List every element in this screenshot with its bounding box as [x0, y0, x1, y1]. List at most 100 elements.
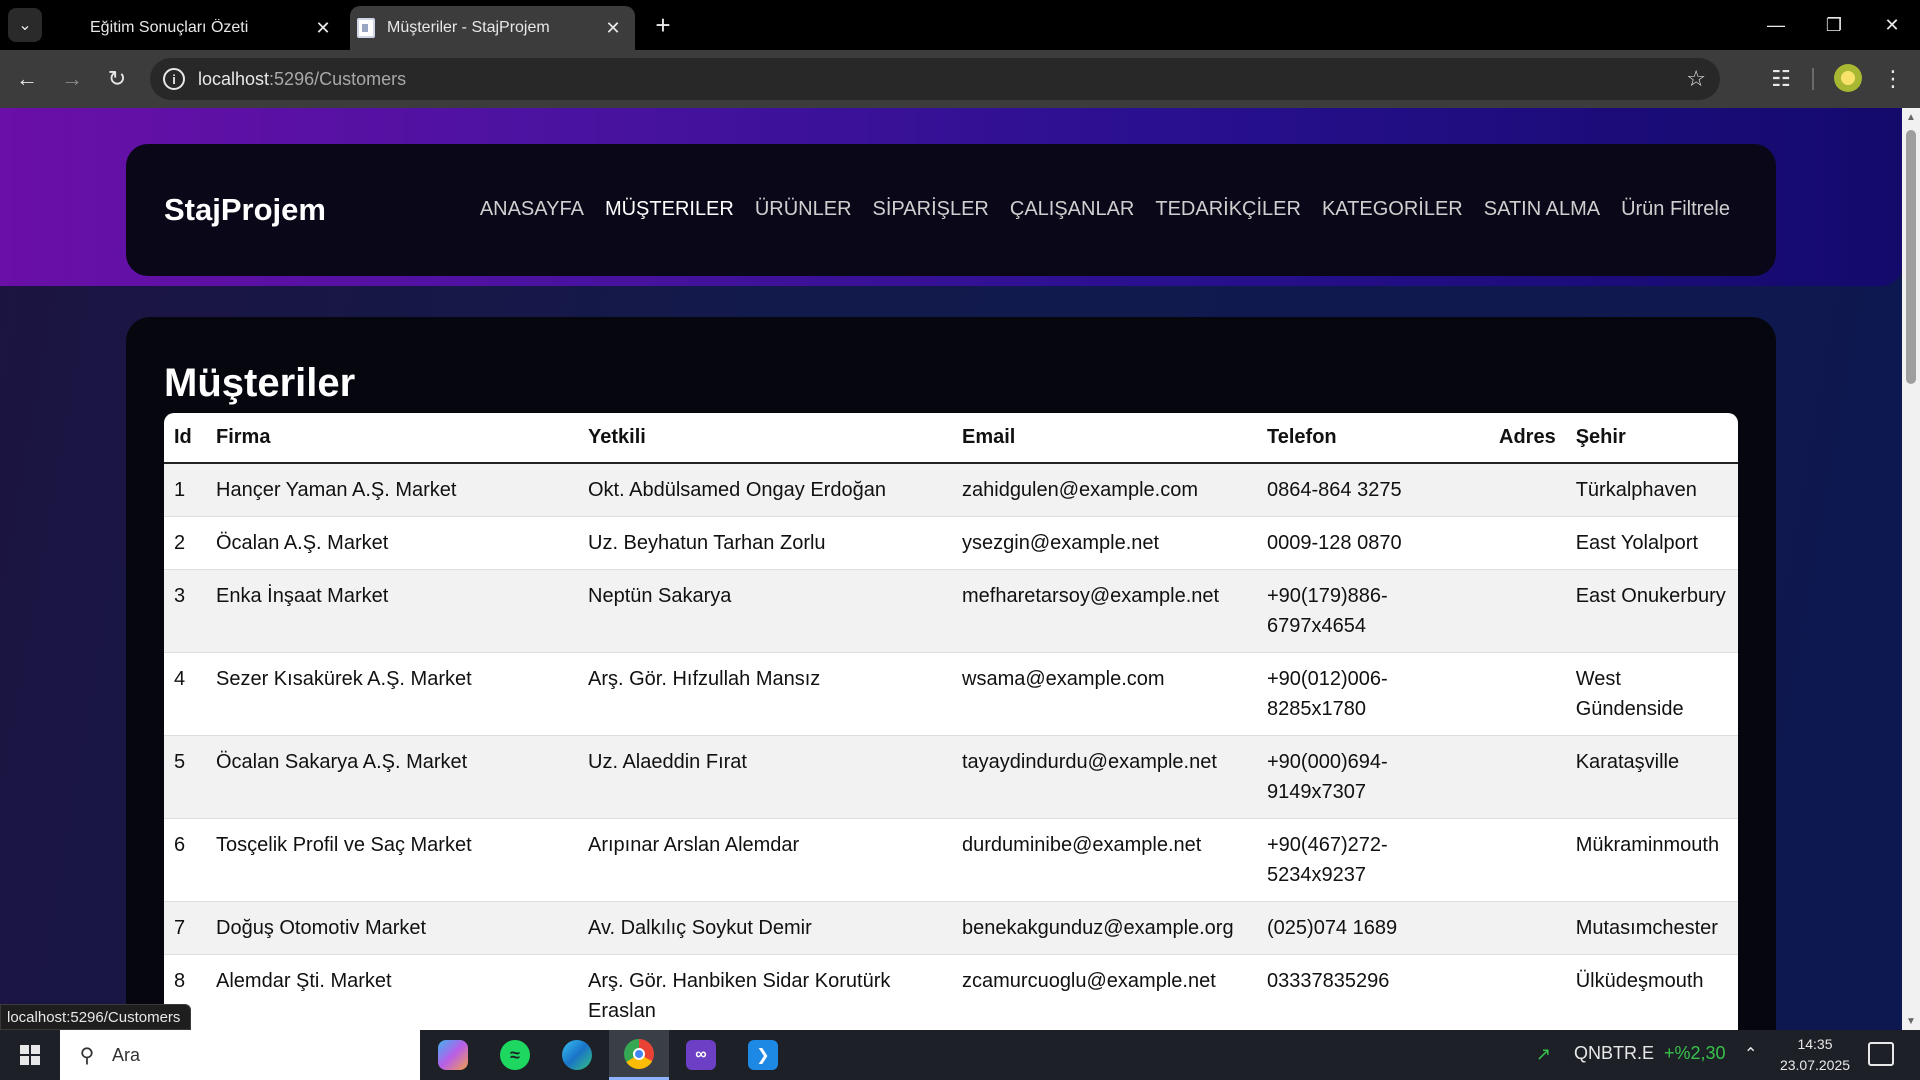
column-header-sehir: Şehir [1565, 413, 1738, 464]
star-icon[interactable]: ☆ [1686, 66, 1706, 92]
system-clock[interactable]: 14:35 23.07.2025 [1775, 1034, 1855, 1076]
search-icon: ⚲ [79, 1044, 95, 1067]
scroll-thumb[interactable] [1906, 130, 1916, 384]
table-row: 1 Hançer Yaman A.Ş. Market Okt. Abdülsam… [164, 462, 1738, 517]
taskbar-app-visual-studio[interactable]: ∞ [671, 1030, 731, 1080]
cell-telefon: +90(467)272-5234x9237 [1257, 818, 1489, 902]
taskbar: ⚲ Ara ≈ ∞ ❯ ↗ QNBTR.E +%2,30 ⌃ 14:35 23.… [0, 1030, 1920, 1080]
column-header-firma: Firma [206, 413, 578, 464]
nav-kategoriler[interactable]: KATEGORİLER [1322, 198, 1463, 221]
toolbar-divider [1812, 68, 1814, 90]
profile-avatar[interactable] [1834, 64, 1862, 92]
cell-id: 2 [164, 516, 206, 570]
cell-id: 6 [164, 818, 206, 902]
site-brand[interactable]: StajProjem [164, 192, 326, 228]
scroll-down-icon[interactable]: ▼ [1902, 1012, 1920, 1030]
reload-icon: ↻ [107, 66, 127, 91]
taskbar-app-copilot[interactable] [423, 1030, 483, 1080]
nav-tedarikciler[interactable]: TEDARİKÇİLER [1155, 198, 1301, 221]
cell-yetkili: Uz. Alaeddin Fırat [578, 735, 952, 819]
cell-firma: Alemdar Şti. Market [206, 954, 578, 1030]
column-header-email: Email [952, 413, 1257, 464]
close-icon[interactable]: ✕ [599, 14, 627, 42]
cell-sehir: Mutasımchester [1565, 901, 1738, 955]
nav-calisanlar[interactable]: ÇALIŞANLAR [1010, 198, 1135, 221]
taskbar-app-vscode[interactable]: ❯ [733, 1030, 793, 1080]
clock-date: 23.07.2025 [1779, 1057, 1851, 1073]
chevron-up-icon[interactable]: ⌃ [1744, 1044, 1757, 1064]
cell-adres [1489, 516, 1566, 570]
cell-telefon: (025)074 1689 [1257, 901, 1489, 955]
stock-name: QNBTR.E [1574, 1043, 1655, 1063]
forward-button[interactable]: → [55, 62, 89, 96]
address-bar[interactable]: i localhost:5296/Customers ☆ [150, 58, 1720, 100]
page-scrollbar[interactable]: ▲ ▼ [1902, 108, 1920, 1030]
cell-id: 7 [164, 901, 206, 955]
nav-urun-filtrele[interactable]: Ürün Filtrele [1621, 198, 1730, 221]
nav-siparisler[interactable]: SİPARİŞLER [873, 198, 989, 221]
table-row: 6 Tosçelik Profil ve Saç Market Arıpınar… [164, 818, 1738, 902]
minimize-button[interactable]: — [1748, 0, 1804, 50]
cell-id: 3 [164, 569, 206, 653]
info-icon[interactable]: i [163, 68, 185, 90]
spotify-icon: ≈ [500, 1040, 530, 1070]
cell-telefon: 0009-128 0870 [1257, 516, 1489, 570]
nav-satin-alma[interactable]: SATIN ALMA [1484, 198, 1600, 221]
new-tab-button[interactable]: + [648, 10, 678, 40]
cell-firma: Öcalan Sakarya A.Ş. Market [206, 735, 578, 819]
notification-icon[interactable] [1868, 1042, 1894, 1066]
cell-adres [1489, 735, 1566, 819]
column-header-id: Id [164, 413, 206, 464]
nav-musteriler[interactable]: MÜŞTERILER [605, 198, 734, 221]
taskbar-search[interactable]: ⚲ Ara [60, 1030, 420, 1080]
arrow-right-icon: → [61, 66, 83, 91]
back-button[interactable]: ← [10, 62, 44, 96]
cell-firma: Enka İnşaat Market [206, 569, 578, 653]
nav-urunler[interactable]: ÜRÜNLER [755, 198, 852, 221]
nav-links: ANASAYFA MÜŞTERILER ÜRÜNLER SİPARİŞLER Ç… [480, 198, 1730, 221]
taskbar-app-spotify[interactable]: ≈ [485, 1030, 545, 1080]
reload-button[interactable]: ↻ [100, 62, 134, 96]
cell-adres [1489, 954, 1566, 1030]
chevron-down-icon: ⌄ [18, 17, 32, 34]
table-row: 3 Enka İnşaat Market Neptün Sakarya mefh… [164, 569, 1738, 653]
stock-widget[interactable]: ↗ QNBTR.E +%2,30 [1536, 1043, 1726, 1064]
cell-firma: Sezer Kısakürek A.Ş. Market [206, 652, 578, 736]
tab-musteriler[interactable]: Müşteriler - StajProjem ✕ [350, 6, 635, 50]
copilot-icon [438, 1040, 468, 1070]
column-header-adres: Adres [1489, 413, 1566, 464]
close-icon[interactable]: ✕ [309, 14, 337, 42]
cell-email: tayaydindurdu@example.net [952, 735, 1257, 819]
taskbar-app-edge[interactable] [547, 1030, 607, 1080]
scroll-up-icon[interactable]: ▲ [1902, 108, 1920, 126]
cell-yetkili: Uz. Beyhatun Tarhan Zorlu [578, 516, 952, 570]
cell-telefon: +90(000)694-9149x7307 [1257, 735, 1489, 819]
windows-logo-icon [20, 1045, 40, 1065]
close-window-button[interactable]: ✕ [1864, 0, 1920, 50]
table-row: 4 Sezer Kısakürek A.Ş. Market Arş. Gör. … [164, 652, 1738, 736]
puzzle-icon[interactable]: ☷ [1766, 64, 1796, 94]
cell-telefon: 0864-864 3275 [1257, 462, 1489, 517]
cell-adres [1489, 901, 1566, 955]
restore-icon: ❐ [1825, 14, 1843, 35]
cell-email: zahidgulen@example.com [952, 462, 1257, 517]
cell-id: 4 [164, 652, 206, 736]
nav-anasayfa[interactable]: ANASAYFA [480, 198, 584, 221]
cell-id: 5 [164, 735, 206, 819]
cell-email: benekakgunduz@example.org [952, 901, 1257, 955]
arrow-left-icon: ← [16, 66, 38, 91]
cell-yetkili: Okt. Abdülsamed Ongay Erdoğan [578, 462, 952, 517]
url-text[interactable]: localhost:5296/Customers [198, 69, 406, 90]
tab-title: Müşteriler - StajProjem [387, 19, 550, 36]
start-button[interactable] [10, 1038, 50, 1072]
cell-email: durduminibe@example.net [952, 818, 1257, 902]
tab-egitim[interactable]: Eğitim Sonuçları Özeti ✕ [60, 6, 345, 50]
taskbar-app-chrome[interactable] [609, 1030, 669, 1080]
kebab-menu-icon[interactable]: ⋮ [1878, 64, 1908, 94]
tab-search-button[interactable]: ⌄ [8, 8, 42, 42]
edge-icon [562, 1040, 592, 1070]
cell-firma: Tosçelik Profil ve Saç Market [206, 818, 578, 902]
restore-button[interactable]: ❐ [1806, 0, 1862, 50]
customers-table-wrapper: Id Firma Yetkili Email Telefon Adres Şeh… [164, 413, 1738, 1030]
cell-yetkili: Arş. Gör. Hanbiken Sidar Korutürk Erasla… [578, 954, 952, 1030]
